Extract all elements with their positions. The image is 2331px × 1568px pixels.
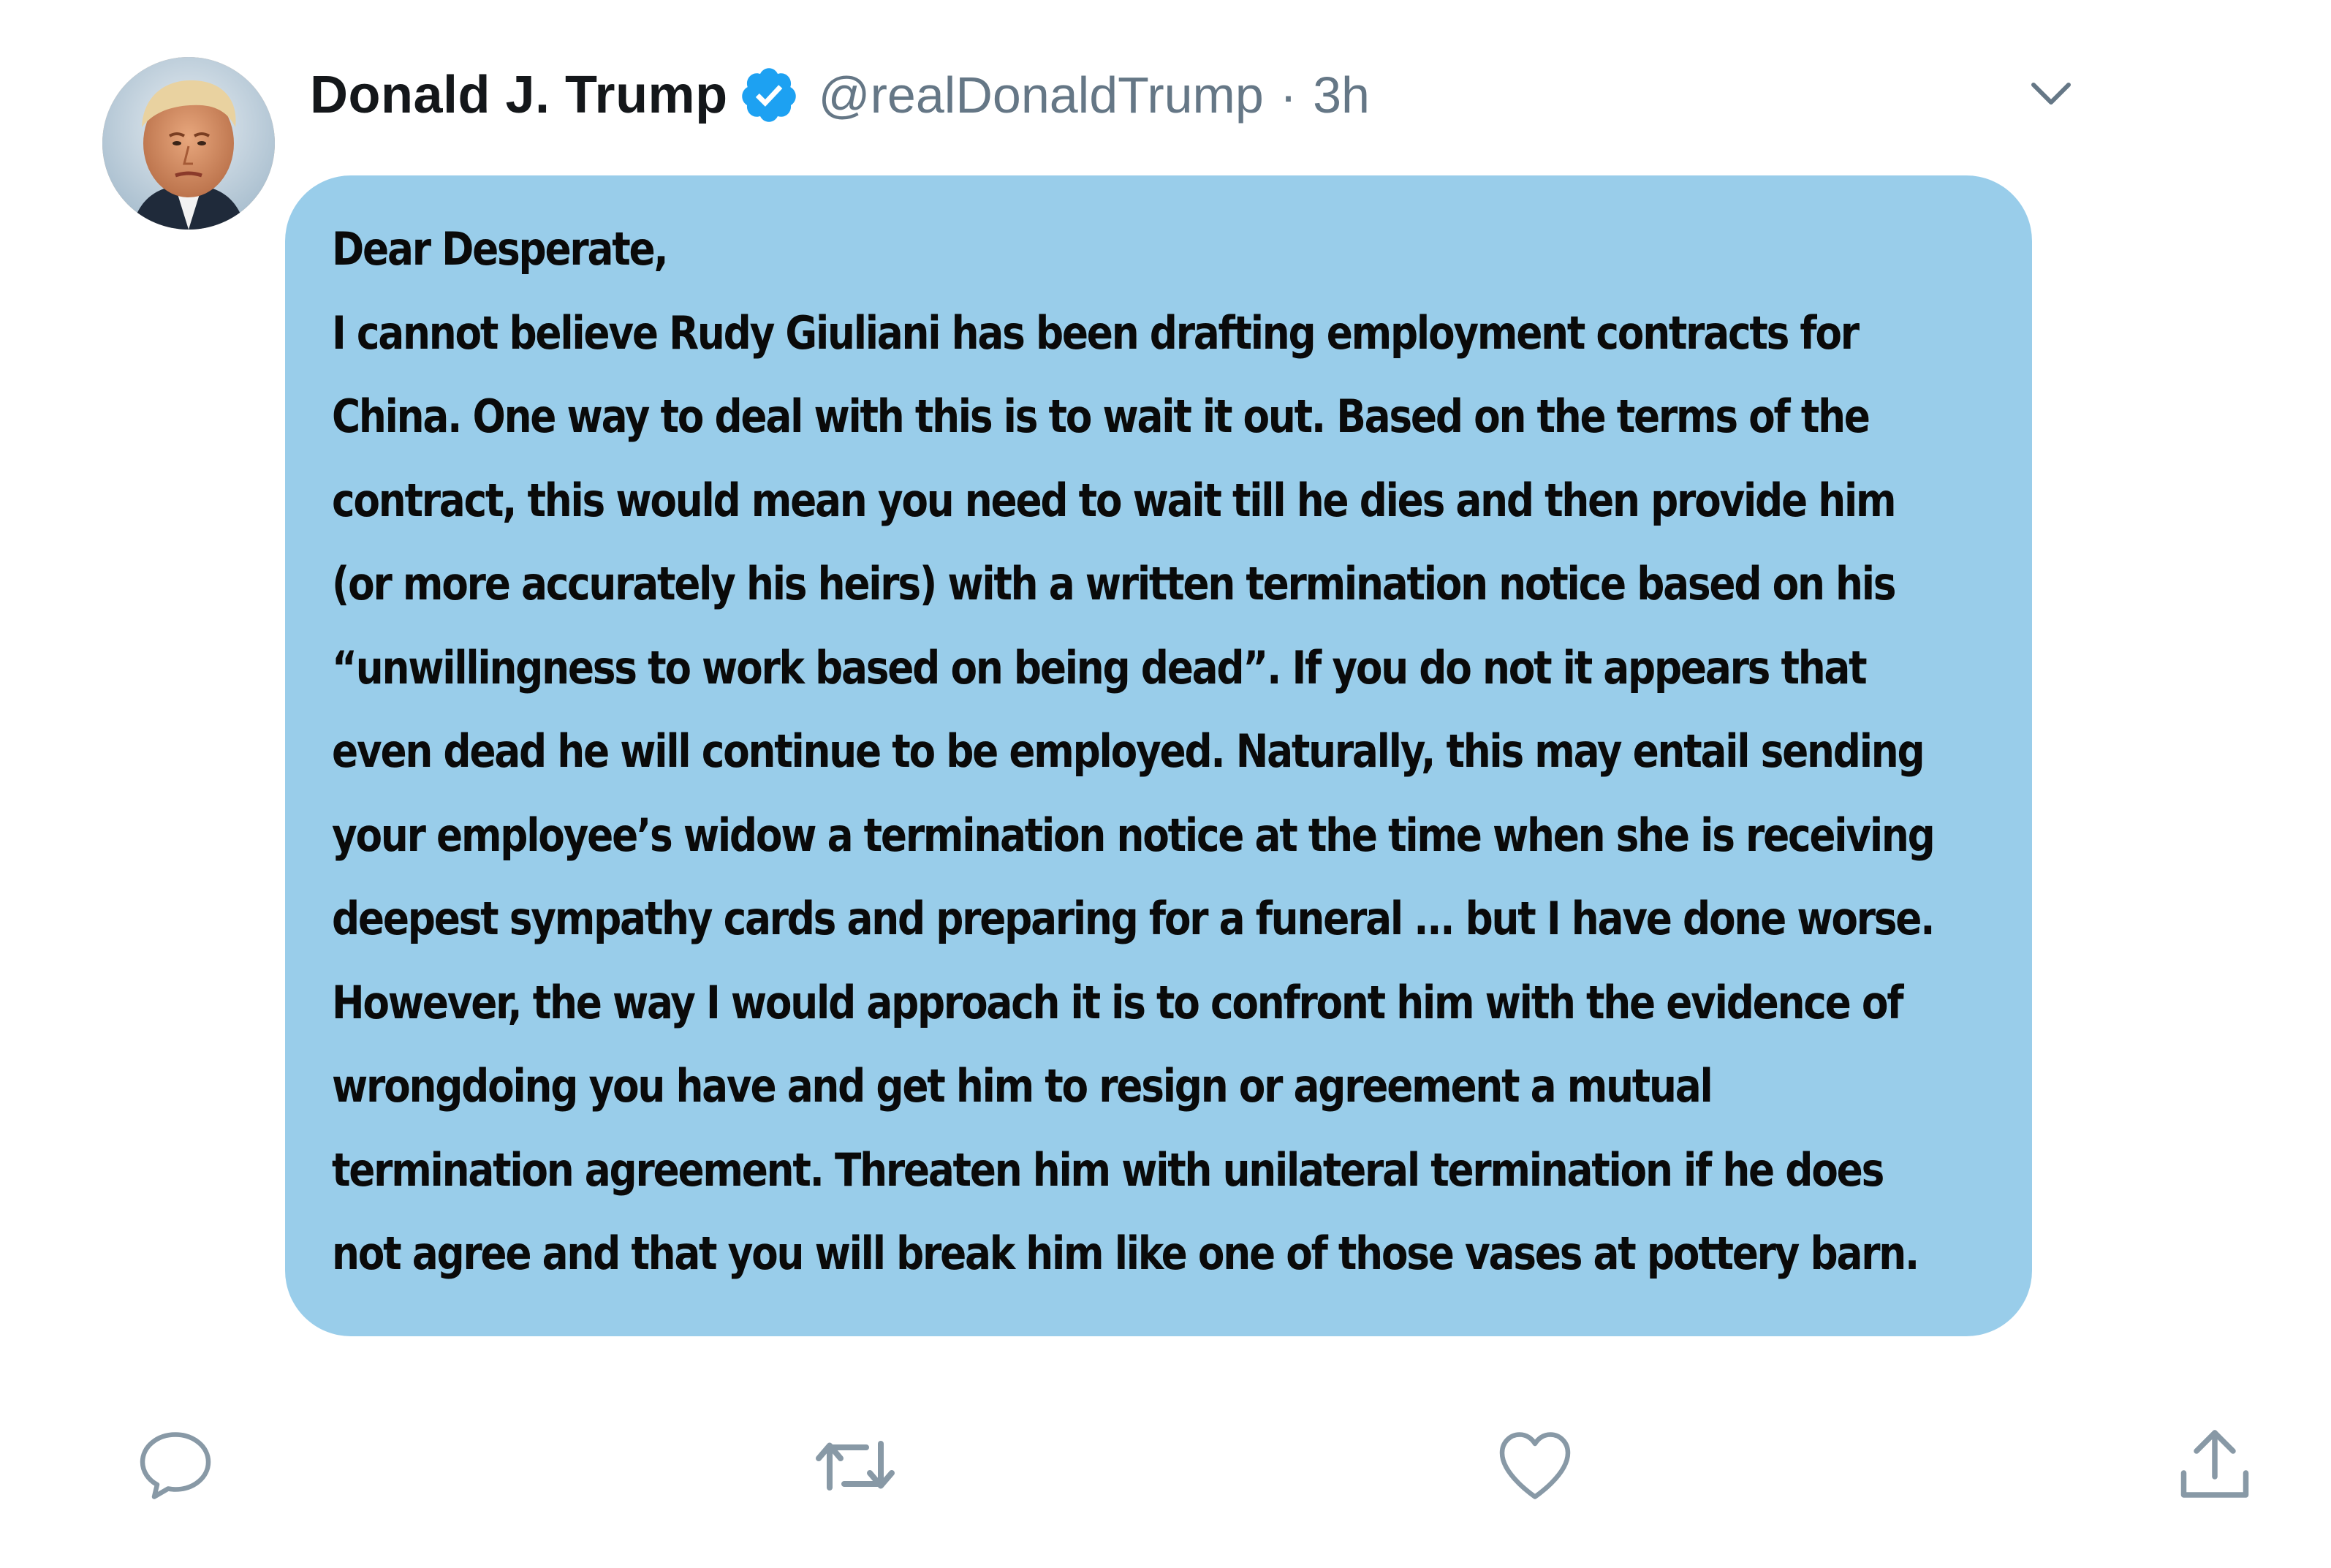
tweet-header: Donald J. Trump @realDonaldTrump · 3h [310,51,1370,139]
chevron-down-icon[interactable] [2025,67,2077,120]
note-line: However, the way I would approach it is … [332,975,1904,1029]
avatar[interactable] [102,57,275,230]
tweet-body-note: Dear Desperate, I cannot believe Rudy Gi… [285,175,2032,1336]
note-line: (or more accurately his heirs) with a wr… [332,557,1897,610]
note-line: not agree and that you will break him li… [332,1227,1919,1280]
user-handle[interactable]: @realDonaldTrump [819,66,1264,124]
note-line: Dear Desperate, [332,222,669,276]
heart-icon[interactable] [1491,1422,1579,1510]
note-line: “unwillingness to work based on being de… [332,640,1868,694]
note-line: deepest sympathy cards and preparing for… [332,892,1935,945]
timestamp[interactable]: 3h [1313,66,1370,124]
note-line: even dead he will continue to be employe… [332,724,1925,778]
tweet-card: Donald J. Trump @realDonaldTrump · 3h De… [0,0,2331,1568]
reply-bubble-icon[interactable] [132,1422,219,1510]
note-line: your employee’s widow a termination noti… [332,808,1936,862]
note-line: contract, this would mean you need to wa… [332,473,1897,527]
share-upload-icon[interactable] [2171,1422,2259,1510]
tweet-actions [0,1422,2331,1517]
retweet-icon[interactable] [811,1422,899,1510]
note-line: I cannot believe Rudy Giuliani has been … [332,306,1860,360]
display-name[interactable]: Donald J. Trump [310,65,728,125]
note-line: termination agreement. Threaten him with… [332,1143,1884,1197]
separator-dot: · [1279,67,1297,124]
verified-badge-icon [738,64,800,126]
note-line: China. One way to deal with this is to w… [332,390,1871,443]
note-line: wrongdoing you have and get him to resig… [332,1059,1713,1113]
